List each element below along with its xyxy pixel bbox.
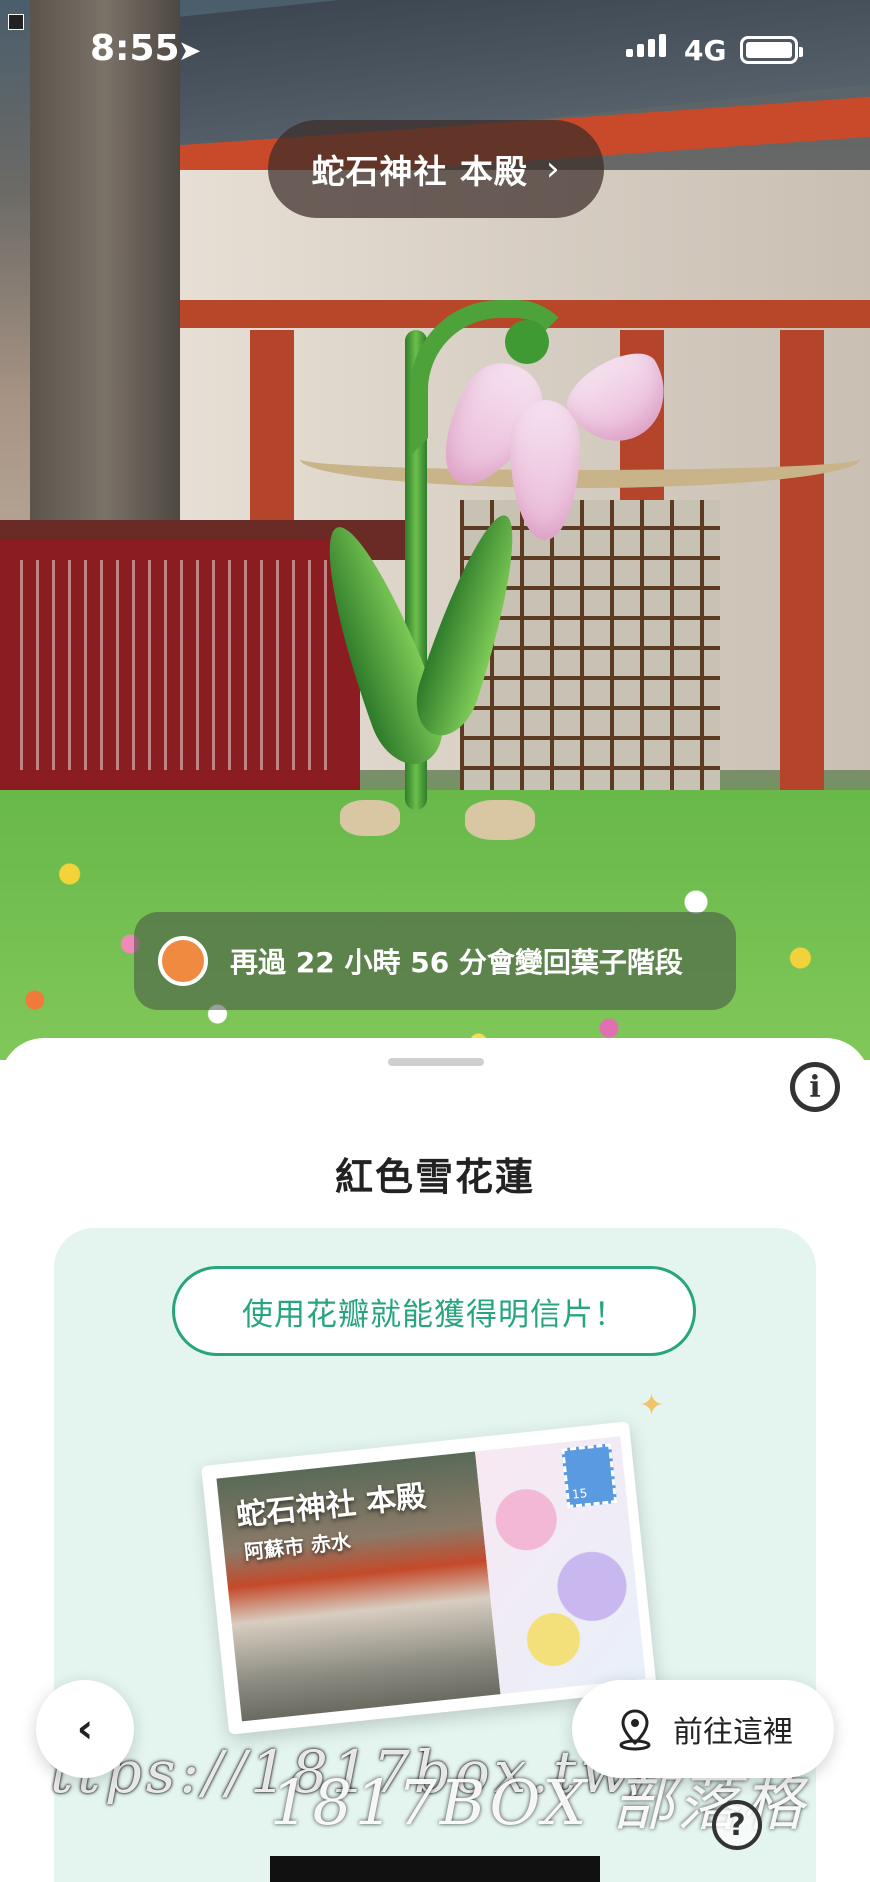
postcard-preview[interactable]: 蛇石神社 本殿 阿蘇市 赤水 15 <box>201 1421 657 1735</box>
navigate-here-button[interactable]: 前往這裡 <box>572 1680 834 1778</box>
sign-board <box>0 540 360 790</box>
sheet-drag-handle[interactable] <box>388 1058 484 1066</box>
stamp-value: 15 <box>571 1486 588 1502</box>
location-name: 蛇石神社 本殿 <box>311 152 528 191</box>
navigate-label: 前往這裡 <box>673 1715 793 1750</box>
signal-icon <box>626 34 666 57</box>
clock: 8:55 <box>90 28 180 69</box>
chevron-right-icon: › <box>545 149 561 189</box>
timer-text: 再過 22 小時 56 分會變回葉子階段 <box>230 946 683 979</box>
back-button[interactable]: ‹ <box>36 1680 134 1778</box>
rock <box>340 800 400 836</box>
map-pin-icon <box>619 1709 651 1751</box>
location-arrow-icon: ➤ <box>178 34 202 67</box>
info-icon[interactable]: i <box>790 1062 840 1112</box>
network-type: 4G <box>684 34 727 67</box>
stage-dot-icon <box>158 936 208 986</box>
flower-bud <box>505 320 549 364</box>
bottom-strip <box>270 1856 600 1882</box>
location-pill[interactable]: 蛇石神社 本殿 › <box>268 120 604 218</box>
app-indicator-icon <box>8 14 24 30</box>
rock <box>465 800 535 840</box>
shrine-pillar <box>780 330 824 800</box>
status-bar: 8:55 ➤ 4G <box>0 0 870 100</box>
flower-title: 紅色雪花蓮 <box>334 1155 535 1199</box>
help-icon[interactable]: ? <box>712 1800 762 1850</box>
postcard-stamp: 15 <box>561 1443 618 1509</box>
battery-icon <box>740 36 803 64</box>
postcard-photo: 蛇石神社 本殿 阿蘇市 赤水 <box>216 1451 501 1722</box>
postcard-title: 蛇石神社 本殿 <box>234 1478 428 1534</box>
get-postcard-button[interactable]: 使用花瓣就能獲得明信片！ <box>172 1266 696 1356</box>
chevron-left-icon: ‹ <box>76 1706 94 1752</box>
sparkle-icon: ✦ <box>639 1388 665 1423</box>
shimenawa-rope <box>300 430 860 488</box>
postcard-flower-art <box>475 1436 646 1695</box>
growth-timer-banner: 再過 22 小時 56 分會變回葉子階段 <box>134 912 736 1010</box>
